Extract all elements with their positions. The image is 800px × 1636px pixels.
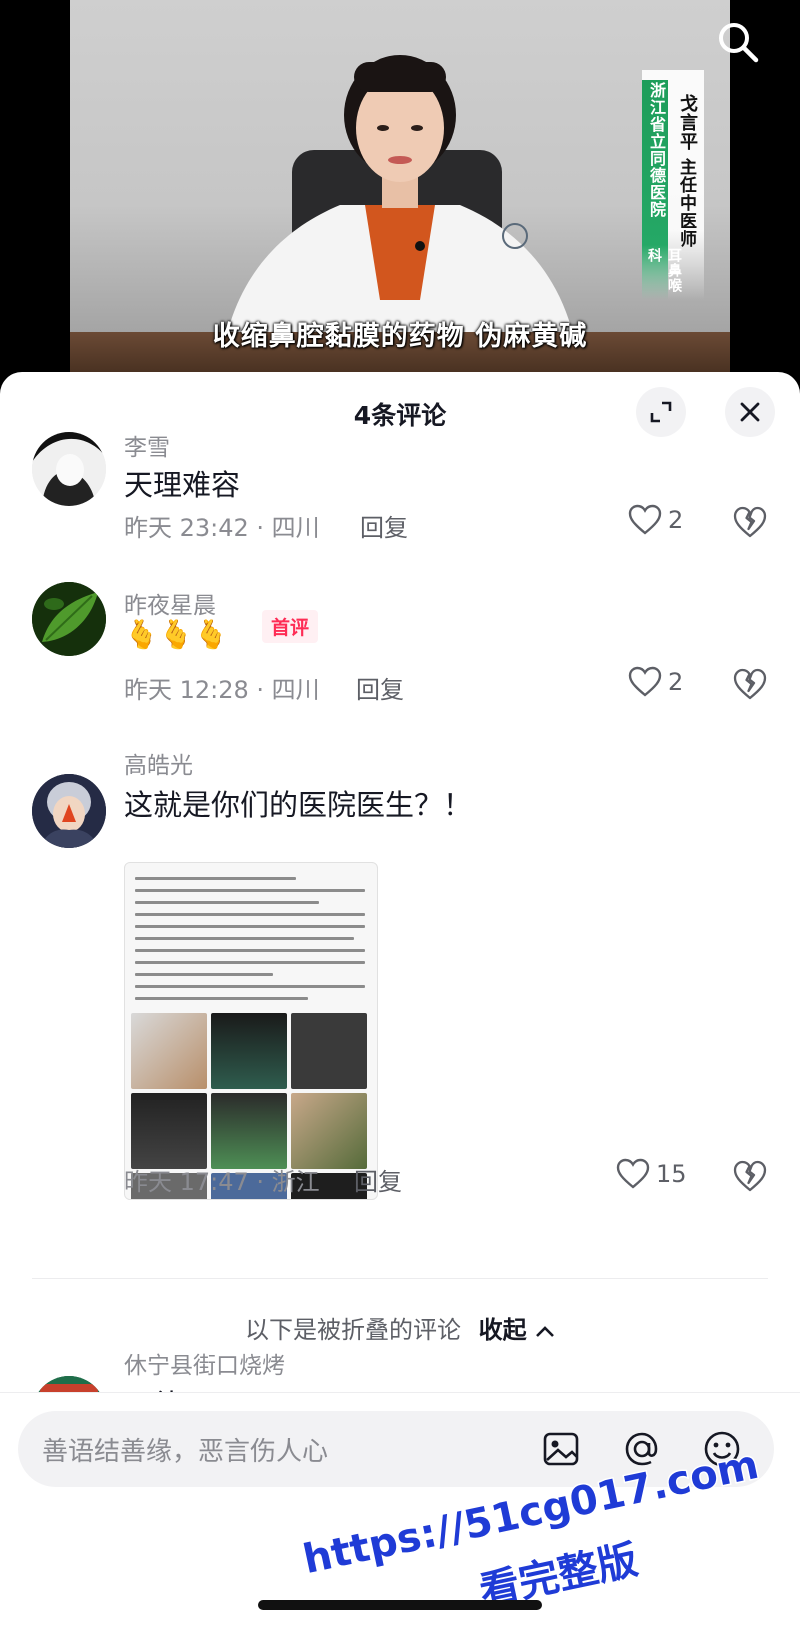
comment-input[interactable]: 善语结善缘，恶言伤人心 bbox=[18, 1411, 774, 1487]
banner-doctor-title: 主任中医师 bbox=[676, 158, 696, 248]
comment-author[interactable]: 休宁县街口烧烤 bbox=[124, 1346, 285, 1380]
image-icon[interactable] bbox=[542, 1429, 582, 1469]
input-placeholder: 善语结善缘，恶言伤人心 bbox=[42, 1437, 329, 1467]
at-mention-icon[interactable] bbox=[622, 1429, 662, 1469]
video-player[interactable]: 浙江省立同德医院 耳鼻喉科 戈言平 主任中医师 收缩鼻腔黏膜的药物 伪麻黄碱 bbox=[0, 0, 800, 372]
banner-hospital: 浙江省立同德医院 bbox=[647, 82, 666, 218]
video-subtitle: 收缩鼻腔黏膜的药物 伪麻黄碱 bbox=[212, 321, 588, 352]
emoji-icon[interactable] bbox=[702, 1429, 742, 1469]
name-banner: 浙江省立同德医院 耳鼻喉科 戈言平 主任中医师 bbox=[642, 70, 704, 300]
banner-department: 耳鼻喉科 bbox=[646, 248, 682, 293]
home-indicator[interactable] bbox=[258, 1600, 542, 1610]
banner-doctor-name: 戈言平 bbox=[677, 94, 698, 151]
search-icon[interactable] bbox=[714, 18, 762, 66]
comments-panel: 4条评论 李雪 天理难容 昨天 23:42 · 四川 回复 2 昨夜星晨 🫰🫰🫰… bbox=[0, 372, 800, 1636]
folded-comment-item: 休宁县街口烧烤 无德 bbox=[0, 372, 800, 1450]
